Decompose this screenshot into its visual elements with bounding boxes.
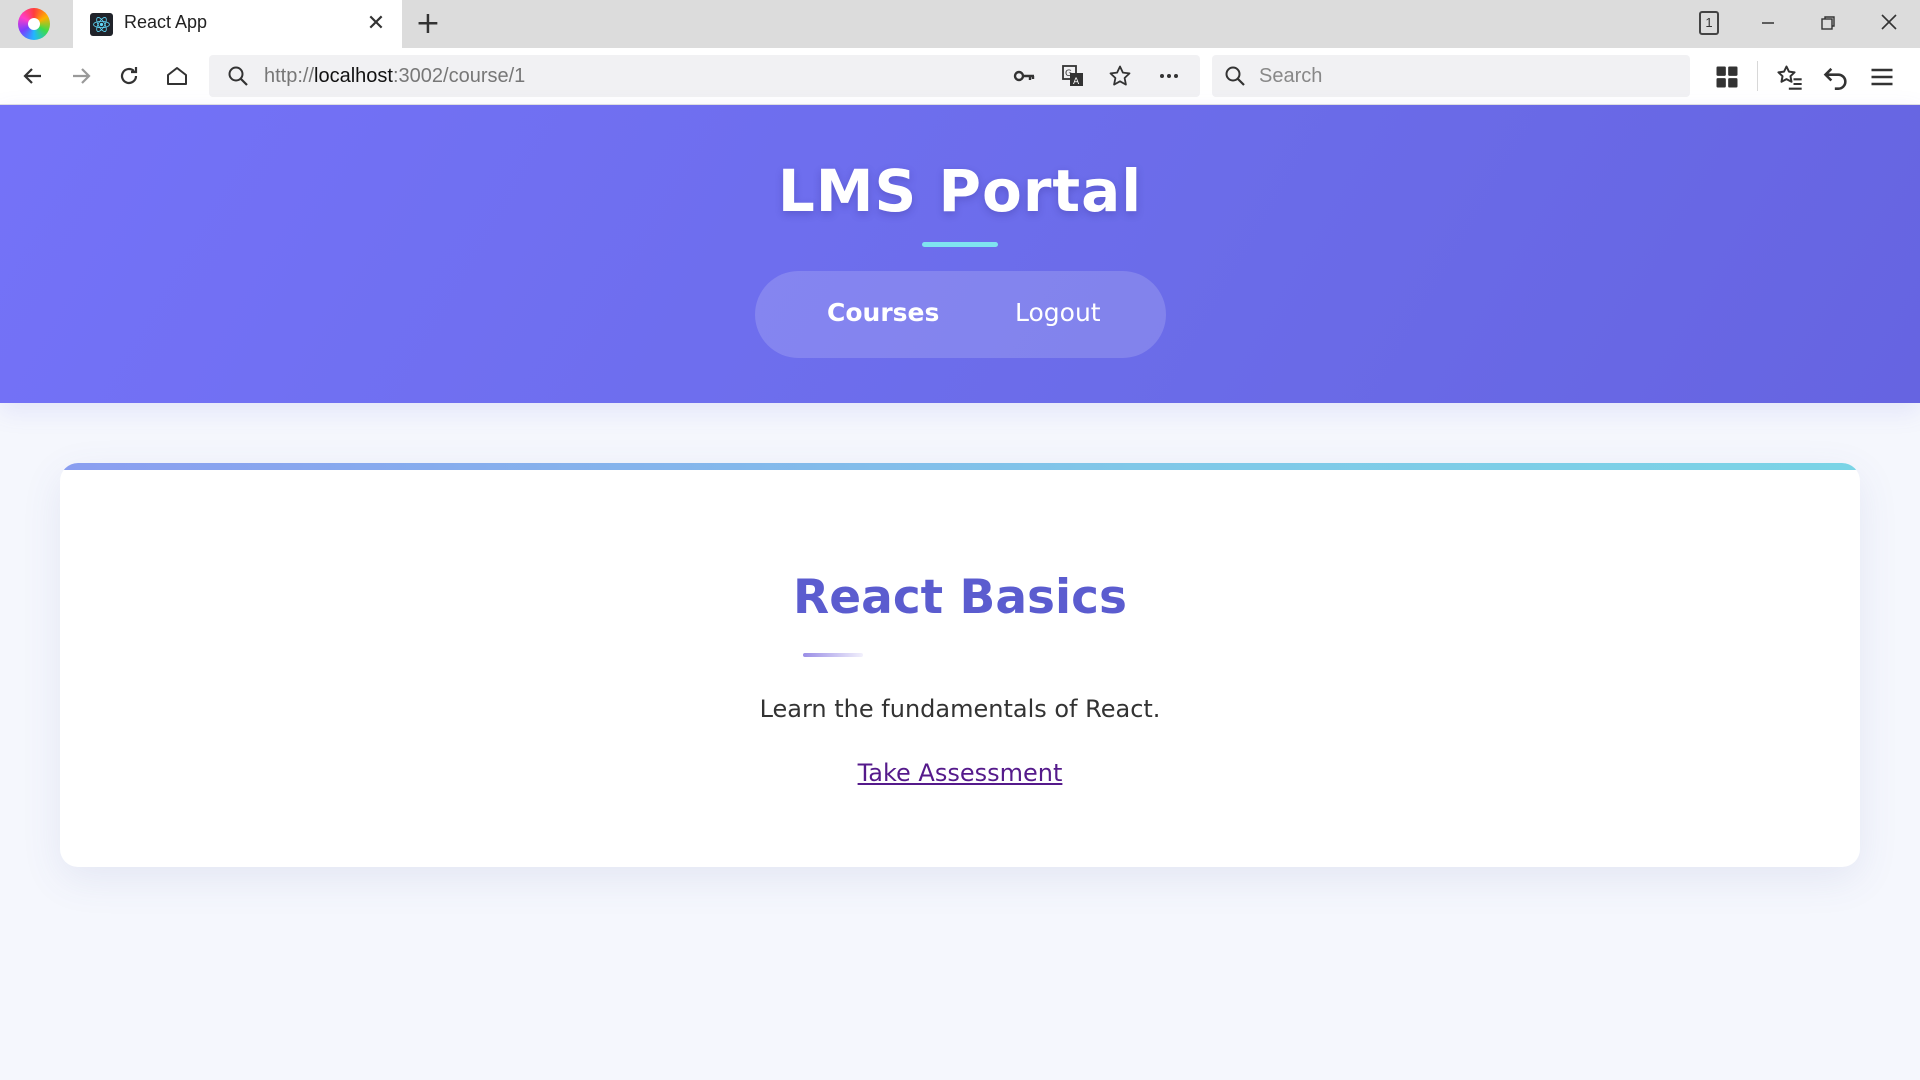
search-icon <box>228 66 248 86</box>
take-assessment-link[interactable]: Take Assessment <box>858 759 1063 787</box>
card-accent-bar <box>60 463 1860 470</box>
minimize-icon[interactable] <box>1748 8 1788 40</box>
react-favicon-icon <box>90 13 113 36</box>
assessment-link-container: Take Assessment <box>60 759 1860 787</box>
course-card: React Basics Learn the fundamentals of R… <box>60 463 1860 867</box>
close-window-icon[interactable] <box>1869 8 1909 40</box>
toolbar-divider <box>1757 61 1758 91</box>
nav-courses-link[interactable]: Courses <box>827 298 939 327</box>
browser-search-input[interactable] <box>1259 61 1679 91</box>
browser-tab-active[interactable]: React App ✕ <box>73 0 402 48</box>
tab-close-icon[interactable]: ✕ <box>363 11 389 37</box>
search-icon <box>1225 66 1245 86</box>
key-icon[interactable] <box>1012 64 1036 88</box>
restore-icon[interactable] <box>1808 8 1848 40</box>
title-underline <box>922 242 998 247</box>
tab-count-badge[interactable]: 1 <box>1699 11 1719 35</box>
browser-tabstrip: React App ✕ + 1 <box>0 0 1920 48</box>
browser-search-bar[interactable] <box>1212 55 1690 97</box>
page-content: LMS Portal Courses Logout React Basics L… <box>0 105 1920 1080</box>
svg-text:A: A <box>1073 77 1080 87</box>
tab-title: React App <box>124 12 208 32</box>
browser-logo-icon[interactable] <box>18 8 50 40</box>
more-icon[interactable] <box>1157 64 1181 88</box>
undo-icon[interactable] <box>1822 63 1850 91</box>
star-icon[interactable] <box>1108 64 1132 88</box>
new-tab-button[interactable]: + <box>412 8 444 40</box>
svg-text:G: G <box>1065 69 1072 79</box>
nav-logout-link[interactable]: Logout <box>1015 298 1101 327</box>
course-title-underline <box>803 653 863 657</box>
main-nav: Courses Logout <box>755 271 1166 358</box>
arrow-right-icon[interactable] <box>63 58 99 94</box>
home-icon[interactable] <box>159 58 195 94</box>
arrow-left-icon[interactable] <box>15 58 51 94</box>
course-description: Learn the fundamentals of React. <box>759 695 1161 723</box>
app-header: LMS Portal Courses Logout <box>0 105 1920 403</box>
address-bar[interactable]: http://localhost:3002/course/1 GA <box>209 55 1200 97</box>
menu-icon[interactable] <box>1868 63 1896 91</box>
star-list-icon[interactable] <box>1776 63 1804 91</box>
browser-toolbar: http://localhost:3002/course/1 GA <box>0 48 1920 105</box>
translate-icon[interactable]: GA <box>1061 64 1085 88</box>
url-text[interactable]: http://localhost:3002/course/1 <box>264 65 525 88</box>
grid-icon[interactable] <box>1713 63 1741 91</box>
reload-icon[interactable] <box>111 58 147 94</box>
course-title: React Basics <box>793 570 1127 625</box>
app-title: LMS Portal <box>777 157 1143 225</box>
